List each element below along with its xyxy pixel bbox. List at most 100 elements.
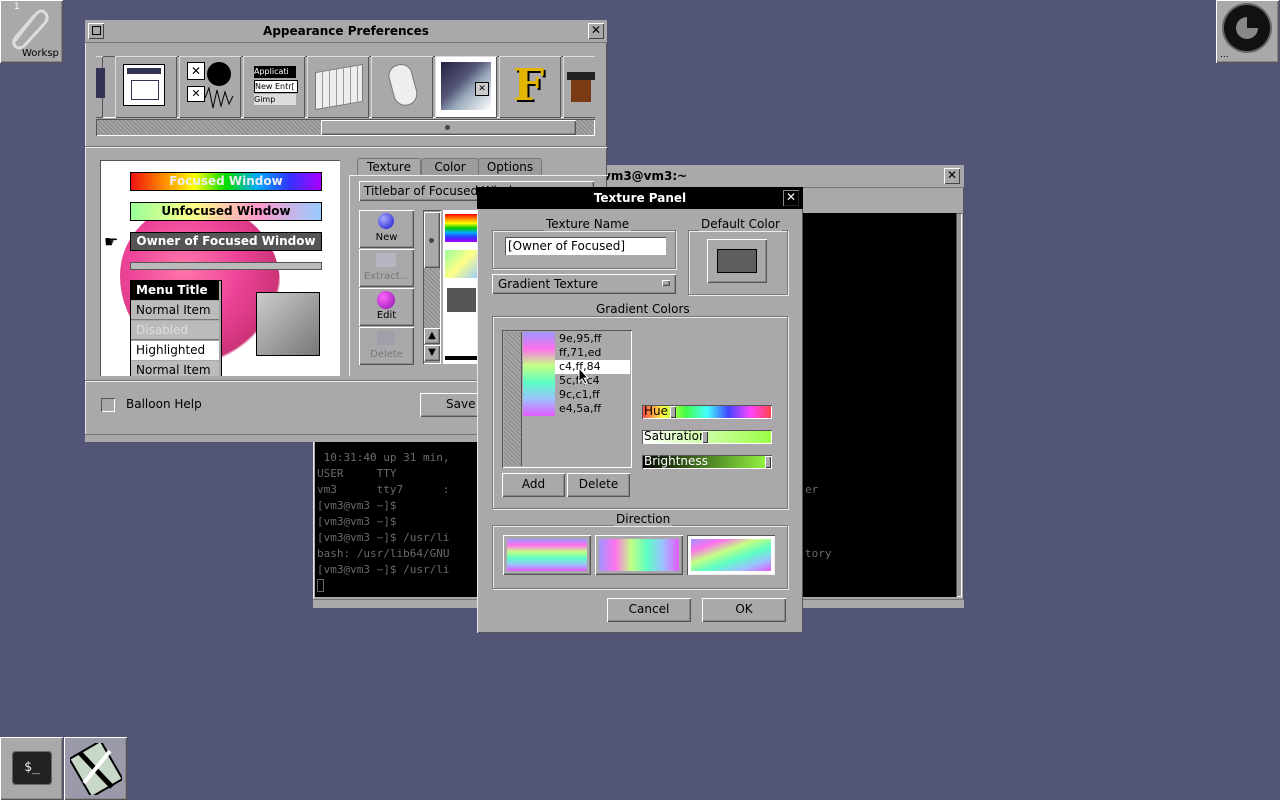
expert-icon[interactable] [563,56,595,118]
texture-panel-title: Texture Panel [593,191,687,205]
brightness-label: Brightness [644,454,708,468]
scroll-up-arrow[interactable]: ▲ [424,328,440,344]
scroll-knob[interactable] [321,120,576,135]
terminal-line: vm3 tty7 : [317,483,450,496]
delete-texture-button[interactable]: Delete [359,327,414,365]
icon-label: Gimp [254,94,296,105]
terminal-line: [vm3@vm3 ~]$ /usr/li [317,531,450,544]
texture-swatch[interactable] [445,250,478,278]
mouse-icon[interactable] [371,56,433,118]
texture-list[interactable] [443,210,478,364]
keyboard-icon[interactable] [307,56,369,118]
miniaturize-button[interactable] [88,23,104,39]
delete-color-label: Delete [578,477,619,491]
add-color-button[interactable]: Add [502,473,565,497]
texture-swatch[interactable] [445,356,478,360]
menu-normal-item: Normal Item [131,361,219,376]
appearance-close-button[interactable]: ✕ [588,23,604,39]
texture-panel-titlebar[interactable]: Texture Panel [477,187,803,209]
terminal-cursor [317,579,324,592]
texture-panel-window[interactable]: Texture Panel ✕ Texture Name [Owner of F… [477,187,803,633]
texture-panel-close-button[interactable]: ✕ [783,190,799,206]
texture-swatch[interactable] [445,286,478,314]
new-label: New [375,232,398,243]
dock-preferences-app[interactable] [64,737,127,800]
terminal-line: [vm3@vm3 ~]$ [317,499,397,512]
appearance-titlebar[interactable]: Appearance Preferences [85,20,607,43]
divider [85,146,607,148]
ok-label: OK [735,602,753,616]
icon-label: Applicati [254,66,296,78]
tab-options[interactable]: Options [478,158,542,175]
texture-type-popup[interactable]: Gradient Texture [492,274,676,294]
color-row[interactable]: ff,71,ed [559,346,601,359]
saturation-label: Saturation [644,429,707,443]
saturation-knob[interactable] [702,431,708,443]
workspace-icon[interactable]: 1 Worksp [0,0,63,63]
horizontal-gradient-swatch [507,539,587,571]
terminal-scrollbar[interactable] [956,213,962,597]
saturation-slider[interactable]: Saturation [642,429,772,444]
clip-icon[interactable]: ... [1216,0,1279,63]
direction-horizontal-button[interactable] [503,535,591,575]
preview-focused-window[interactable]: Focused Window [130,172,322,191]
color-list-scrollbar[interactable] [504,332,522,466]
preview-unfocused-window[interactable]: Unfocused Window [130,202,322,221]
color-list-body[interactable]: 9e,95,ff ff,71,ed c4,ff,84 5c,ff,c4 9c,c… [523,332,630,466]
hue-knob[interactable] [670,406,676,418]
tab-color[interactable]: Color [421,158,479,175]
color-row[interactable]: e4,5a,ff [559,402,601,415]
delete-icon [377,331,395,345]
save-label: Save [446,397,476,411]
direction-diagonal-button[interactable] [687,535,775,575]
scroll-down-arrow[interactable]: ▼ [424,345,440,361]
menu-disabled-item: Disabled Item [131,321,219,356]
texture-type-value: Gradient Texture [498,277,598,291]
vertical-gradient-swatch [599,539,679,571]
appearance-title: Appearance Preferences [263,24,429,38]
texture-swatch[interactable] [445,214,478,242]
terminal-close-button[interactable]: ✕ [944,168,960,184]
balloon-help-checkbox[interactable] [101,398,115,412]
hue-slider[interactable]: Hue [642,404,772,419]
icon-strip-scrollbar[interactable] [96,119,595,136]
balloon-help-label: Balloon Help [126,397,202,411]
texture-list-knob[interactable] [424,212,440,268]
font-icon[interactable]: F [499,56,561,118]
terminal-fragment: er [805,483,819,496]
delete-color-button[interactable]: Delete [567,473,630,497]
menu-normal-item: Normal Item [131,301,219,320]
brightness-knob[interactable] [765,456,771,468]
color-row[interactable]: 9e,95,ff [559,332,601,345]
texture-name-field[interactable]: [Owner of Focused] [505,237,666,255]
texture-list-scrollbar[interactable]: ▲ ▼ [423,210,441,364]
terminal-line: [vm3@vm3 ~]$ /usr/li [317,563,450,576]
clock-logo-icon [1224,5,1270,51]
cancel-button[interactable]: Cancel [607,598,691,622]
preview-owner-window[interactable]: Owner of Focused Window [130,232,322,251]
dock-terminal-app[interactable]: $_ [0,737,63,800]
menu-style-icon[interactable]: ✕ ✕ [179,56,241,118]
appearance-icon[interactable]: ✕ [435,56,497,118]
menu-preferences-icon[interactable]: Applicati New Entr[ Gimp [243,56,305,118]
ok-button[interactable]: OK [702,598,786,622]
extract-texture-button[interactable]: Extract... [359,249,414,287]
tab-color-label: Color [434,160,466,174]
color-row[interactable]: 9c,c1,ff [559,388,600,401]
direction-vertical-button[interactable] [595,535,683,575]
windows-pref-icon[interactable] [115,56,177,118]
color-list[interactable]: 9e,95,ff ff,71,ed c4,ff,84 5c,ff,c4 9c,c… [502,330,632,468]
terminal-line: bash: /usr/lib64/GNU [317,547,450,560]
texture-name-label: Texture Name [544,217,632,231]
brightness-slider[interactable]: Brightness [642,454,772,469]
preview-icon-tile [256,292,320,356]
edit-label: Edit [376,310,397,321]
tab-texture[interactable]: Texture [357,158,421,176]
edit-texture-button[interactable]: Edit [359,288,414,326]
add-color-label: Add [521,477,546,491]
default-color-well[interactable] [707,239,767,283]
tab-options-label: Options [486,160,534,174]
new-texture-button[interactable]: New [359,210,414,248]
icon-strip[interactable]: ✕ ✕ Applicati New Entr[ Gimp ✕ F [96,56,595,118]
mouse-pointer-icon [578,367,590,385]
